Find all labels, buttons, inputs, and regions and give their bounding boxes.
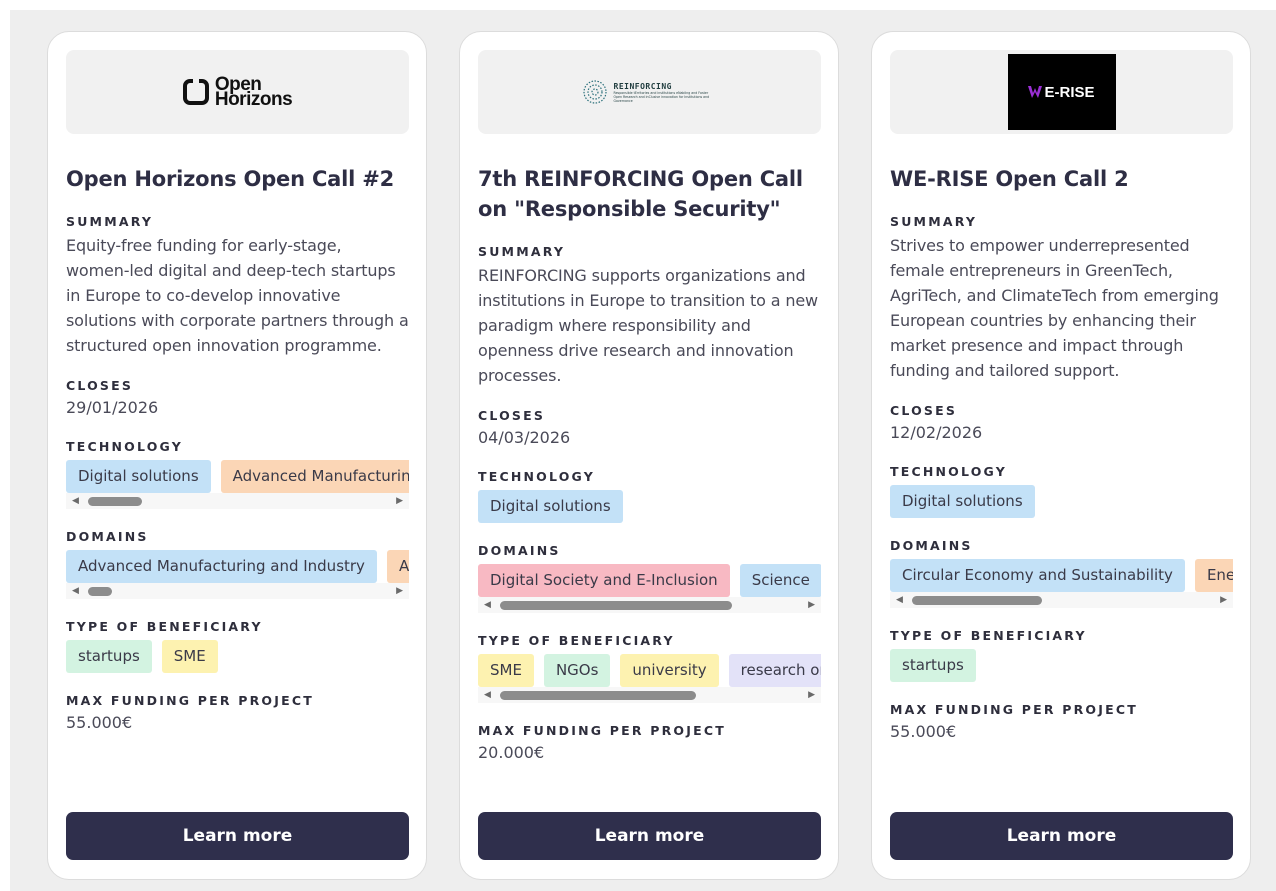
open-horizons-mark-icon [182,79,209,105]
logo-line-2: Horizons [214,89,293,110]
scroll-right-arrow-icon[interactable]: ▶ [396,496,403,506]
horizontal-scrollbar[interactable]: ◀ ▶ [890,592,1233,608]
domains-tags-scroll[interactable]: Circular Economy and Sustainability Ener… [890,559,1233,608]
reinforcing-logo: REINFORCING Responsible tErritories and … [582,79,718,105]
scrollbar-thumb[interactable] [88,497,142,506]
technology-tag: Digital solutions [66,460,211,493]
horizontal-scrollbar[interactable]: ◀ ▶ [478,687,821,703]
scrollbar-thumb[interactable] [912,596,1042,605]
learn-more-button[interactable]: Learn more [890,812,1233,860]
closes-label: CLOSES [478,408,546,423]
scroll-left-arrow-icon[interactable]: ◀ [484,600,491,610]
scroll-left-arrow-icon[interactable]: ◀ [72,496,79,506]
scroll-left-arrow-icon[interactable]: ◀ [896,595,903,605]
funding-value: 20.000€ [478,743,545,762]
scroll-right-arrow-icon[interactable]: ▶ [396,586,403,596]
beneficiary-tag: startups [66,640,152,673]
funding-label: MAX FUNDING PER PROJECT [890,702,1138,717]
learn-more-button[interactable]: Learn more [478,812,821,860]
closes-label: CLOSES [66,378,134,393]
closes-date: 04/03/2026 [478,428,571,447]
scrollbar-thumb[interactable] [88,587,112,596]
technology-tag: Digital solutions [478,490,623,523]
summary-text: REINFORCING supports organizations and i… [478,266,818,385]
logo-subtitle: Responsible tErritories and institutions… [613,90,710,103]
logo-title: REINFORCING [613,81,672,91]
call-card: REINFORCING Responsible tErritories and … [459,31,839,880]
we-rise-w-icon [1028,86,1043,98]
call-title: WE-RISE Open Call 2 [890,167,1129,191]
funding-value: 55.000€ [890,722,957,741]
open-horizons-logo: Open Horizons [182,75,293,110]
technology-tag: Digital solutions [890,485,1035,518]
beneficiary-tag: university [620,654,719,687]
technology-tag: Advanced Manufacturing and Industry [220,460,409,493]
cards-container: Open Horizons Open Horizons Open Call #2… [10,10,1276,891]
scroll-right-arrow-icon[interactable]: ▶ [808,600,815,610]
summary-label: SUMMARY [478,244,566,259]
call-card: E-RISE WE-RISE Open Call 2 SUMMARY Striv… [871,31,1251,880]
funding-label: MAX FUNDING PER PROJECT [478,723,726,738]
closes-date: 29/01/2026 [66,398,159,417]
horizontal-scrollbar[interactable]: ◀ ▶ [66,583,409,599]
learn-more-button[interactable]: Learn more [66,812,409,860]
logo-text: E-RISE [1044,83,1095,101]
scrollbar-thumb[interactable] [500,691,696,700]
horizontal-scrollbar[interactable]: ◀ ▶ [478,597,821,613]
beneficiary-tag: NGOs [543,654,611,687]
beneficiary-tag: SME [478,654,534,687]
logo-container: Open Horizons [66,50,409,134]
technology-label: TECHNOLOGY [66,439,183,454]
scroll-left-arrow-icon[interactable]: ◀ [72,586,79,596]
summary-label: SUMMARY [890,214,978,229]
we-rise-logo: E-RISE [1007,54,1116,130]
domain-tag: Circular Economy and Sustainability [890,559,1185,592]
beneficiary-tags-scroll[interactable]: SME NGOs university research organisatio… [478,654,821,703]
domain-tag: Energy [1194,559,1233,592]
domains-label: DOMAINS [478,543,561,558]
beneficiary-tag: SME [161,640,218,673]
beneficiary-label: TYPE OF BENEFICIARY [478,633,675,648]
domain-tag: Advanced Materials [386,550,409,583]
beneficiary-tag: startups [890,649,976,682]
domains-tags-scroll[interactable]: Advanced Manufacturing and Industry Adva… [66,550,409,599]
domain-tag: Advanced Manufacturing and Industry [66,550,377,583]
domain-tag: Digital Society and E-Inclusion [478,564,730,597]
beneficiary-tag: research organisations [728,654,821,687]
call-card: Open Horizons Open Horizons Open Call #2… [47,31,427,880]
funding-label: MAX FUNDING PER PROJECT [66,693,314,708]
domain-tag: Science [739,564,821,597]
scroll-left-arrow-icon[interactable]: ◀ [484,690,491,700]
technology-tags-scroll[interactable]: Digital solutions Advanced Manufacturing… [66,460,409,509]
domains-label: DOMAINS [890,538,973,553]
reinforcing-globe-icon [582,80,607,104]
scroll-right-arrow-icon[interactable]: ▶ [1220,595,1227,605]
beneficiary-label: TYPE OF BENEFICIARY [66,619,263,634]
technology-label: TECHNOLOGY [890,464,1007,479]
logo-container: REINFORCING Responsible tErritories and … [478,50,821,134]
funding-value: 55.000€ [66,713,133,732]
summary-text: Strives to empower underrepresented fema… [890,236,1219,380]
technology-label: TECHNOLOGY [478,469,595,484]
summary-label: SUMMARY [66,214,154,229]
closes-label: CLOSES [890,403,958,418]
beneficiary-label: TYPE OF BENEFICIARY [890,628,1087,643]
summary-text: Equity-free funding for early-stage, wom… [66,236,409,355]
scroll-right-arrow-icon[interactable]: ▶ [808,690,815,700]
horizontal-scrollbar[interactable]: ◀ ▶ [66,493,409,509]
domains-tags-scroll[interactable]: Digital Society and E-Inclusion Science … [478,564,821,613]
call-title: 7th REINFORCING Open Call on "Responsibl… [478,167,803,221]
closes-date: 12/02/2026 [890,423,983,442]
scrollbar-thumb[interactable] [500,601,732,610]
call-title: Open Horizons Open Call #2 [66,167,395,191]
logo-container: E-RISE [890,50,1233,134]
domains-label: DOMAINS [66,529,149,544]
